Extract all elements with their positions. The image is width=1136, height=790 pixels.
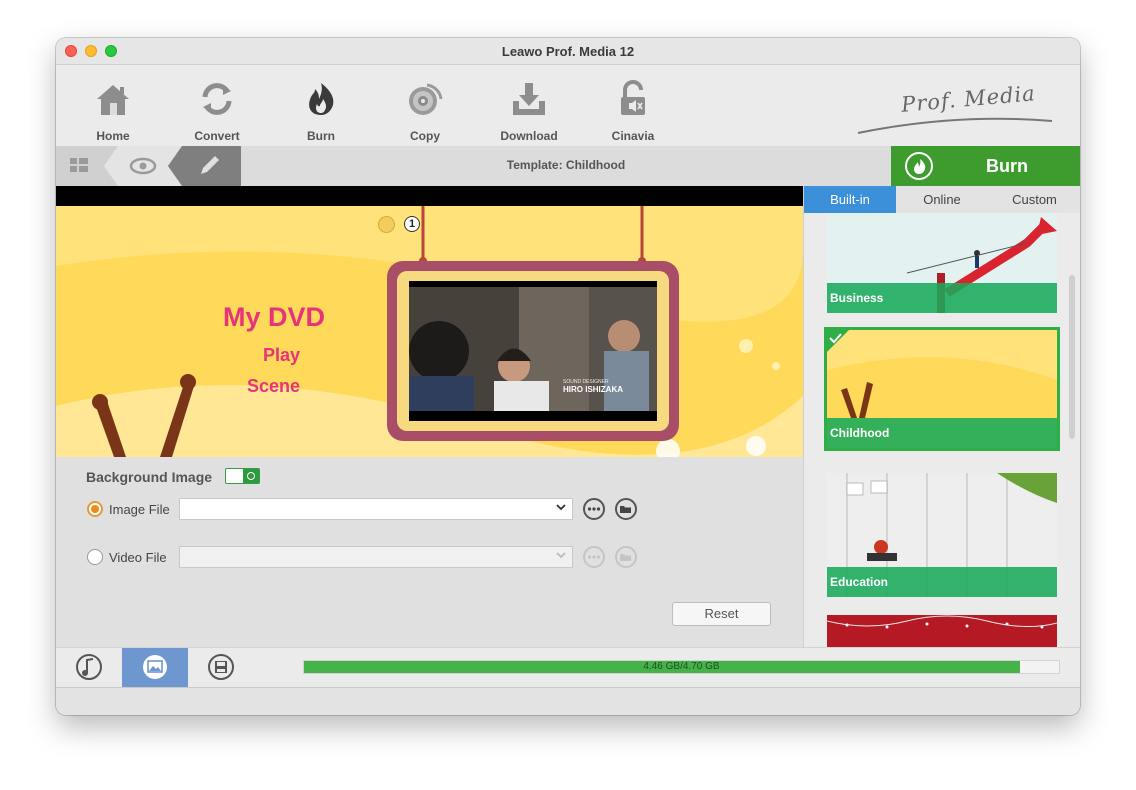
image-tab-button[interactable] [122,648,188,687]
preview-mode-button[interactable] [126,154,160,178]
title-bar: Leawo Prof. Media 12 [56,38,1080,65]
preview-home-icon[interactable] [378,216,395,233]
save-icon [208,654,234,680]
app-window: Leawo Prof. Media 12 Home Convert Burn C… [56,38,1080,715]
grid-view-button[interactable] [66,154,96,178]
disc-space-bar: 4.46 GB/4.70 GB [303,660,1060,674]
folder-icon [620,506,631,513]
template-label-business: Business [827,283,1057,313]
template-subbar: Template: Childhood Burn [56,146,1080,186]
menu-preview-area: 1 My DVD Play Scene SOUND DESIGNER HIRO … [56,186,803,457]
video-file-select[interactable] [179,546,573,568]
toolbar-convert-button[interactable]: Convert [172,75,262,145]
template-sidebar: Built-in Online Custom Business Childhoo… [803,186,1080,647]
toolbar-home-label: Home [96,129,130,143]
toolbar-cinavia-button[interactable]: Cinavia [588,75,678,145]
toolbar-cinavia-label: Cinavia [611,129,655,143]
burn-button[interactable]: Burn [891,146,1080,186]
image-browse-button[interactable] [583,498,605,520]
thumbnail-scene-art [409,281,657,421]
toolbar-copy-button[interactable]: Copy [380,75,470,145]
save-tab-button[interactable] [188,648,254,687]
menu-preview-canvas: 1 My DVD Play Scene SOUND DESIGNER HIRO … [56,206,803,457]
download-icon [513,83,545,115]
background-image-label: Background Image [86,469,213,485]
bottom-bar: 4.46 GB/4.70 GB [56,647,1080,687]
thumbnail-caption: HIRO ISHIZAKA [563,385,623,394]
toolbar-download-button[interactable]: Download [484,75,574,145]
template-item-childhood[interactable]: Childhood [824,327,1060,451]
background-image-toggle[interactable] [225,468,260,484]
tab-custom[interactable]: Custom [988,186,1080,213]
disc-space-text: 4.46 GB/4.70 GB [643,661,720,672]
music-tab-button[interactable] [56,648,122,687]
template-title: Template: Childhood [506,158,626,172]
image-file-label: Image File [109,502,170,517]
image-file-radio[interactable] [87,501,103,517]
video-thumbnail[interactable]: SOUND DESIGNER HIRO ISHIZAKA [409,281,657,421]
video-file-label: Video File [109,550,167,565]
toolbar-copy-label: Copy [410,129,440,143]
prof-media-logo: Prof. Media [856,79,1056,139]
template-label-childhood: Childhood [827,418,1057,448]
image-open-folder-button[interactable] [615,498,637,520]
template-list-scrollbar[interactable] [1069,275,1075,439]
video-open-folder-button[interactable] [615,546,637,568]
image-file-select[interactable] [179,498,573,520]
burn-icon [309,83,334,115]
toolbar-download-label: Download [500,129,558,143]
toggle-knob [243,469,259,483]
template-label-education: Education [827,567,1057,597]
more-icon [587,507,601,511]
fire-icon [905,152,933,180]
more-icon [587,555,601,559]
video-browse-button[interactable] [583,546,605,568]
toolbar-convert-label: Convert [194,129,240,143]
main-toolbar: Home Convert Burn Copy Download Cinavia … [56,65,1080,146]
menu-scene-button[interactable]: Scene [247,376,300,397]
cinavia-icon [621,80,645,115]
toolbar-home-button[interactable]: Home [68,75,158,145]
status-bar [56,687,1080,715]
template-item-education[interactable]: Education [827,473,1057,597]
tab-built-in[interactable]: Built-in [804,186,896,213]
template-tabs: Built-in Online Custom [804,186,1080,213]
video-file-input[interactable] [184,548,548,568]
edit-mode-button[interactable] [191,154,225,178]
window-title: Leawo Prof. Media 12 [501,44,635,59]
checkmark-icon [827,330,849,352]
video-file-radio[interactable] [87,549,103,565]
page-number-badge: 1 [404,216,420,232]
christmas-thumbnail-art [827,615,1057,647]
chevron-down-icon [556,504,566,511]
copy-icon [409,83,443,115]
background-settings-panel: Background Image Image File Video File R… [56,457,803,647]
tab-online[interactable]: Online [896,186,988,213]
image-file-input[interactable] [184,500,548,520]
menu-title-text[interactable]: My DVD [223,302,325,333]
burn-button-label: Burn [986,156,1028,176]
logo-swoosh [857,117,1053,134]
convert-icon [202,83,232,115]
template-item-christmas[interactable] [827,615,1057,647]
video-frame: SOUND DESIGNER HIRO ISHIZAKA [387,261,679,441]
template-list: Business Childhood Education [804,213,1068,647]
image-icon [143,655,167,679]
home-icon [97,85,129,115]
video-frame-inner: SOUND DESIGNER HIRO ISHIZAKA [397,271,669,431]
template-item-business[interactable]: Business [827,213,1057,313]
menu-play-button[interactable]: Play [263,345,300,366]
reset-button[interactable]: Reset [672,602,771,626]
toolbar-burn-button[interactable]: Burn [276,75,366,145]
chevron-down-icon [556,552,566,559]
folder-icon [620,554,631,561]
music-icon [76,654,102,680]
toolbar-burn-label: Burn [307,129,335,143]
